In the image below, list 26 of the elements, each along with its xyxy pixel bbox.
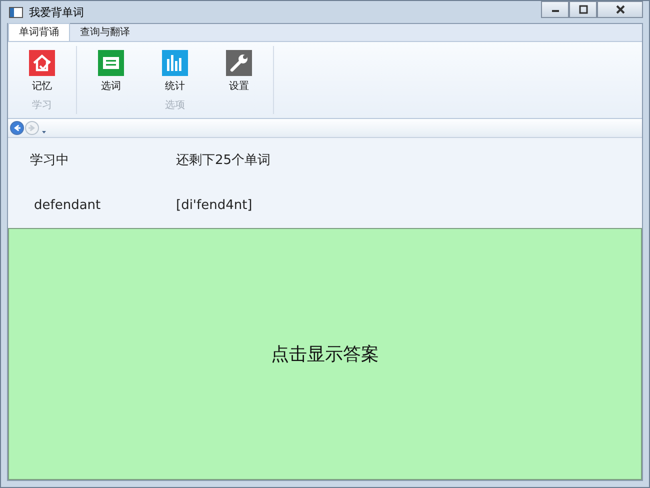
group-label: 学习 <box>32 99 52 113</box>
ribbon-button[interactable]: 选词 <box>85 48 137 98</box>
maximize-button[interactable] <box>569 1 597 18</box>
show-answer-button[interactable]: 点击显示答案 <box>8 228 642 480</box>
group-label: 选项 <box>165 98 185 113</box>
maximize-icon <box>576 4 590 15</box>
minimize-button[interactable] <box>541 1 569 18</box>
ribbon-button[interactable]: 记忆 <box>16 48 68 98</box>
ribbon-button[interactable]: 设置 <box>213 48 265 98</box>
wrench-icon <box>226 50 252 76</box>
window-title: 我爱背单词 <box>29 4 85 20</box>
window-icon <box>9 6 23 18</box>
close-button[interactable] <box>597 1 643 18</box>
list-card-icon <box>98 50 124 76</box>
back-button[interactable] <box>10 121 24 135</box>
ribbon-tab[interactable]: 单词背诵 <box>8 23 70 41</box>
close-icon <box>614 4 626 15</box>
house-check-icon <box>29 50 55 76</box>
caret-icon <box>40 128 48 136</box>
ribbon-tab[interactable]: 查询与翻译 <box>70 24 140 41</box>
remaining-count: 还剩下25个单词 <box>176 152 272 169</box>
ribbon-button[interactable]: 统计 <box>149 48 201 98</box>
word-text: defendant <box>33 198 102 212</box>
phonetic-text: [di'fend4nt] <box>176 198 254 212</box>
bar-chart-icon <box>162 50 188 76</box>
status-label: 学习中 <box>30 152 70 169</box>
